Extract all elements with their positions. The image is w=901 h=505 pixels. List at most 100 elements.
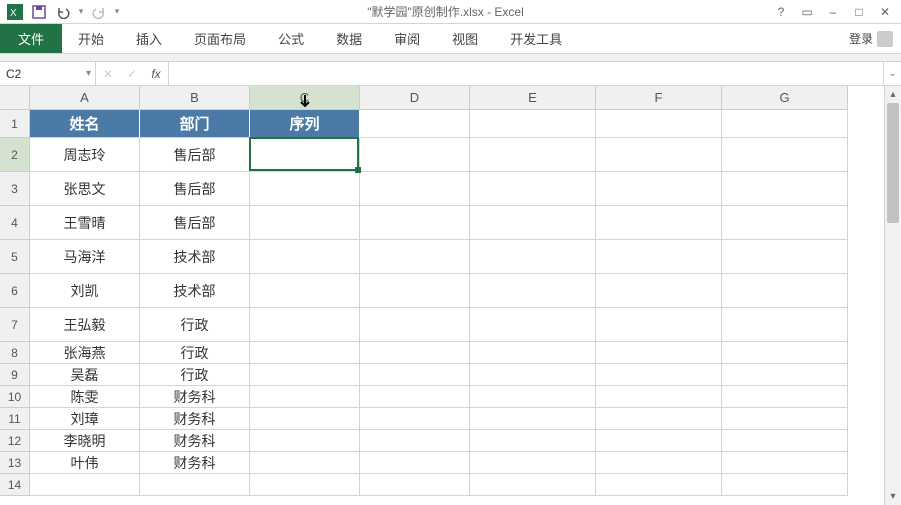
fill-handle[interactable] — [355, 167, 361, 173]
tab-file[interactable]: 文件 — [0, 24, 62, 53]
row-header-12[interactable]: 12 — [0, 430, 30, 452]
cell-E2[interactable] — [470, 138, 596, 172]
undo-icon[interactable] — [52, 2, 74, 22]
cell-B5[interactable]: 技术部 — [140, 240, 250, 274]
redo-icon[interactable] — [88, 2, 110, 22]
column-header-B[interactable]: B — [140, 86, 250, 110]
row-header-10[interactable]: 10 — [0, 386, 30, 408]
ribbon-display-options-icon[interactable]: ▭ — [795, 2, 819, 22]
cell-F8[interactable] — [596, 342, 722, 364]
cell-G7[interactable] — [722, 308, 848, 342]
cell-E10[interactable] — [470, 386, 596, 408]
undo-dropdown-icon[interactable]: ▾ — [76, 2, 86, 22]
cell-E5[interactable] — [470, 240, 596, 274]
cell-F5[interactable] — [596, 240, 722, 274]
tab-6[interactable]: 视图 — [436, 24, 494, 53]
cell-A6[interactable]: 刘凯 — [30, 274, 140, 308]
close-icon[interactable]: ✕ — [873, 2, 897, 22]
cell-E12[interactable] — [470, 430, 596, 452]
cell-G14[interactable] — [722, 474, 848, 496]
cell-F12[interactable] — [596, 430, 722, 452]
cell-B4[interactable]: 售后部 — [140, 206, 250, 240]
cell-C14[interactable] — [250, 474, 360, 496]
cell-F1[interactable] — [596, 110, 722, 138]
tab-0[interactable]: 开始 — [62, 24, 120, 53]
cell-A11[interactable]: 刘璋 — [30, 408, 140, 430]
cell-G4[interactable] — [722, 206, 848, 240]
cell-A7[interactable]: 王弘毅 — [30, 308, 140, 342]
cell-F14[interactable] — [596, 474, 722, 496]
cell-C6[interactable] — [250, 274, 360, 308]
cell-B13[interactable]: 财务科 — [140, 452, 250, 474]
cell-C10[interactable] — [250, 386, 360, 408]
cell-D3[interactable] — [360, 172, 470, 206]
cell-D12[interactable] — [360, 430, 470, 452]
cell-G8[interactable] — [722, 342, 848, 364]
cell-B14[interactable] — [140, 474, 250, 496]
save-icon[interactable] — [28, 2, 50, 22]
cell-A2[interactable]: 周志玲 — [30, 138, 140, 172]
cell-E6[interactable] — [470, 274, 596, 308]
column-header-A[interactable]: A — [30, 86, 140, 110]
cell-B6[interactable]: 技术部 — [140, 274, 250, 308]
tab-3[interactable]: 公式 — [262, 24, 320, 53]
row-header-8[interactable]: 8 — [0, 342, 30, 364]
cell-C9[interactable] — [250, 364, 360, 386]
cell-G10[interactable] — [722, 386, 848, 408]
tab-5[interactable]: 审阅 — [378, 24, 436, 53]
minimize-icon[interactable]: – — [821, 2, 845, 22]
enter-formula-icon[interactable]: ✓ — [120, 67, 144, 81]
tab-2[interactable]: 页面布局 — [178, 24, 262, 53]
cell-D2[interactable] — [360, 138, 470, 172]
cell-C12[interactable] — [250, 430, 360, 452]
cell-A10[interactable]: 陈雯 — [30, 386, 140, 408]
cell-F9[interactable] — [596, 364, 722, 386]
row-header-6[interactable]: 6 — [0, 274, 30, 308]
column-header-C[interactable]: C — [250, 86, 360, 110]
restore-icon[interactable]: □ — [847, 2, 871, 22]
help-icon[interactable]: ? — [769, 2, 793, 22]
cell-C13[interactable] — [250, 452, 360, 474]
cell-D4[interactable] — [360, 206, 470, 240]
cell-B9[interactable]: 行政 — [140, 364, 250, 386]
excel-app-icon[interactable]: X — [4, 2, 26, 22]
cell-C5[interactable] — [250, 240, 360, 274]
cell-F4[interactable] — [596, 206, 722, 240]
cell-F13[interactable] — [596, 452, 722, 474]
scroll-down-icon[interactable]: ▾ — [885, 488, 901, 505]
vertical-scrollbar[interactable]: ▴ ▾ — [884, 86, 901, 505]
cell-E1[interactable] — [470, 110, 596, 138]
sign-in-button[interactable]: 登录 — [849, 24, 901, 53]
row-header-11[interactable]: 11 — [0, 408, 30, 430]
cell-B8[interactable]: 行政 — [140, 342, 250, 364]
tab-4[interactable]: 数据 — [320, 24, 378, 53]
cell-A9[interactable]: 吴磊 — [30, 364, 140, 386]
row-header-4[interactable]: 4 — [0, 206, 30, 240]
cell-C2[interactable] — [250, 138, 360, 172]
cell-B1[interactable]: 部门 — [140, 110, 250, 138]
cell-G2[interactable] — [722, 138, 848, 172]
cell-D9[interactable] — [360, 364, 470, 386]
row-header-13[interactable]: 13 — [0, 452, 30, 474]
row-header-5[interactable]: 5 — [0, 240, 30, 274]
name-box-dropdown-icon[interactable]: ▾ — [86, 68, 91, 79]
column-header-E[interactable]: E — [470, 86, 596, 110]
cell-B12[interactable]: 财务科 — [140, 430, 250, 452]
cell-G6[interactable] — [722, 274, 848, 308]
cell-D7[interactable] — [360, 308, 470, 342]
scroll-thumb[interactable] — [887, 103, 899, 223]
cell-G12[interactable] — [722, 430, 848, 452]
cell-G1[interactable] — [722, 110, 848, 138]
column-header-G[interactable]: G — [722, 86, 848, 110]
cell-C1[interactable]: 序列 — [250, 110, 360, 138]
cell-D14[interactable] — [360, 474, 470, 496]
cell-F11[interactable] — [596, 408, 722, 430]
cell-E9[interactable] — [470, 364, 596, 386]
cell-E3[interactable] — [470, 172, 596, 206]
cell-F7[interactable] — [596, 308, 722, 342]
cell-D5[interactable] — [360, 240, 470, 274]
cell-B2[interactable]: 售后部 — [140, 138, 250, 172]
row-header-9[interactable]: 9 — [0, 364, 30, 386]
cell-D11[interactable] — [360, 408, 470, 430]
cell-G11[interactable] — [722, 408, 848, 430]
